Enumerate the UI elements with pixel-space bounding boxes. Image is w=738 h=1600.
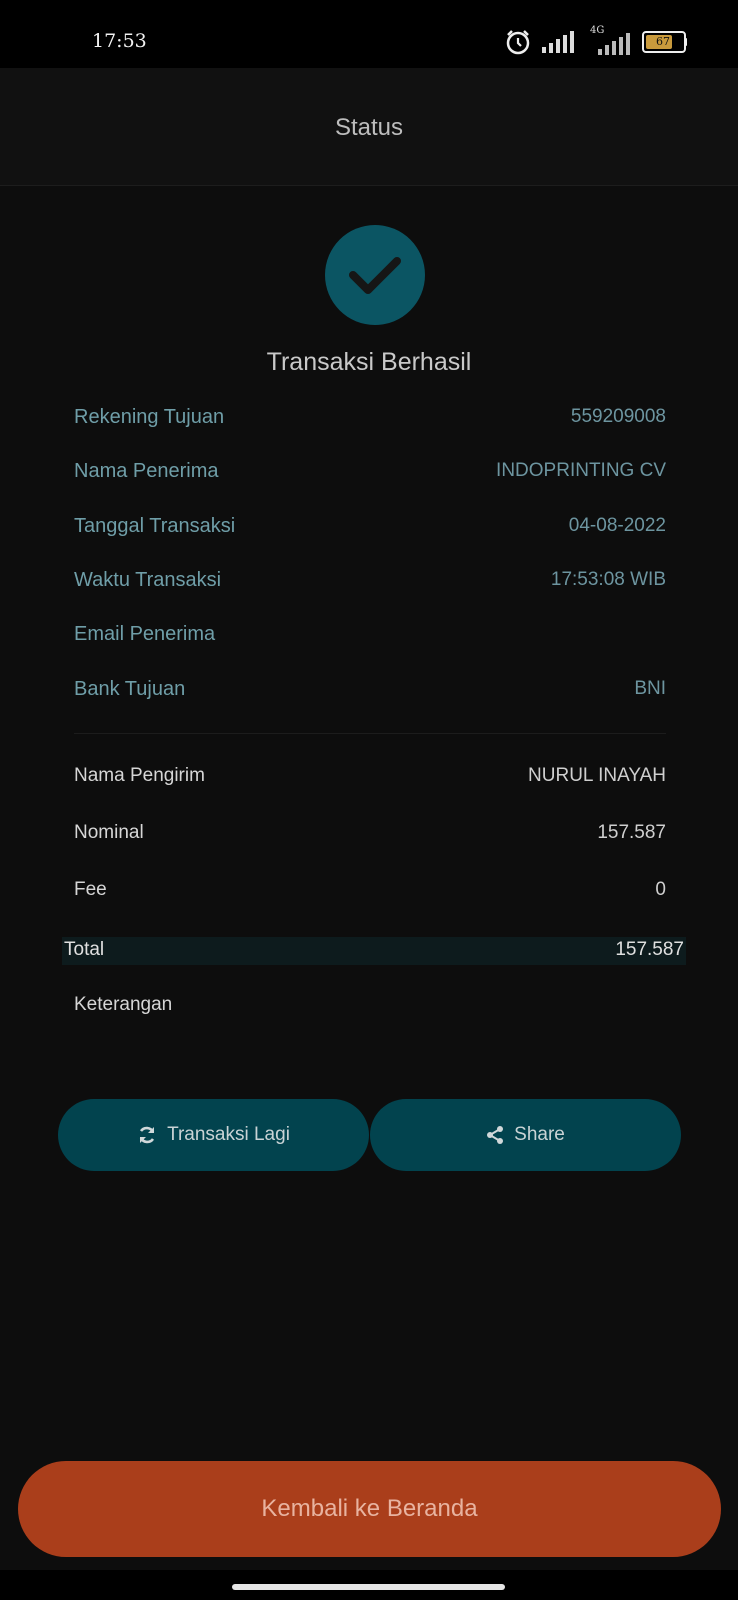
total-row: Total 157.587 (62, 937, 686, 965)
detail-value: BNI (634, 678, 666, 699)
detail-row-tanggal: Tanggal Transaksi 04-08-2022 (74, 515, 666, 545)
kembali-ke-beranda-label: Kembali ke Beranda (261, 1495, 478, 1522)
detail-label: Nominal (74, 822, 144, 843)
detail-row-keterangan: Keterangan (74, 994, 666, 1024)
battery-level: 67 (656, 35, 670, 48)
check-icon (349, 257, 401, 294)
signal-icon (542, 31, 574, 53)
detail-value: 0 (655, 879, 666, 900)
app-screen: Status Transaksi Berhasil Rekening Tujua… (0, 68, 738, 1570)
total-value: 157.587 (615, 939, 684, 960)
success-icon (325, 225, 425, 325)
detail-row-rekening: Rekening Tujuan 559209008 (74, 406, 666, 436)
detail-value: 157.587 (597, 822, 666, 843)
kembali-ke-beranda-button[interactable]: Kembali ke Beranda (18, 1461, 721, 1557)
home-indicator[interactable] (232, 1584, 505, 1590)
share-icon (487, 1126, 504, 1144)
detail-value: 559209008 (570, 406, 666, 427)
detail-row-fee: Fee 0 (74, 879, 666, 909)
transaksi-lagi-button[interactable]: Transaksi Lagi (58, 1099, 369, 1171)
detail-row-nama-penerima: Nama Penerima INDOPRINTING CV (74, 460, 666, 490)
detail-row-email: Email Penerima (74, 623, 666, 653)
battery-icon: 67 (642, 31, 688, 53)
detail-label: Tanggal Transaksi (74, 515, 236, 537)
share-button[interactable]: Share (370, 1099, 681, 1171)
total-label: Total (64, 939, 105, 960)
status-time: 17:53 (92, 30, 147, 52)
detail-label: Keterangan (74, 994, 173, 1015)
status-icons: 4G 67 (504, 25, 688, 57)
detail-label: Email Penerima (74, 623, 216, 645)
detail-value: INDOPRINTING CV (496, 460, 666, 481)
detail-value: 04-08-2022 (568, 515, 666, 536)
header: Status (0, 68, 738, 186)
detail-value: NURUL INAYAH (528, 765, 666, 786)
page-title: Status (334, 114, 404, 141)
detail-value: 17:53:08 WIB (550, 569, 666, 590)
detail-label: Rekening Tujuan (74, 406, 225, 428)
detail-label: Fee (74, 879, 107, 900)
detail-row-nominal: Nominal 157.587 (74, 822, 666, 852)
detail-row-waktu: Waktu Transaksi 17:53:08 WIB (74, 569, 666, 599)
detail-label: Waktu Transaksi (74, 569, 222, 591)
detail-label: Nama Pengirim (74, 765, 205, 786)
refresh-icon (139, 1126, 155, 1144)
detail-row-pengirim: Nama Pengirim NURUL INAYAH (74, 765, 666, 795)
detail-row-bank: Bank Tujuan BNI (74, 678, 666, 708)
detail-label: Nama Penerima (74, 460, 219, 482)
transaksi-lagi-label: Transaksi Lagi (167, 1124, 290, 1145)
divider (74, 733, 666, 734)
detail-label: Bank Tujuan (74, 678, 186, 700)
result-title: Transaksi Berhasil (266, 348, 472, 376)
alarm-icon (506, 30, 530, 55)
status-bar: 17:53 4G 67 (0, 0, 738, 68)
share-label: Share (514, 1124, 565, 1145)
signal-4g-icon: 4G (586, 25, 632, 55)
